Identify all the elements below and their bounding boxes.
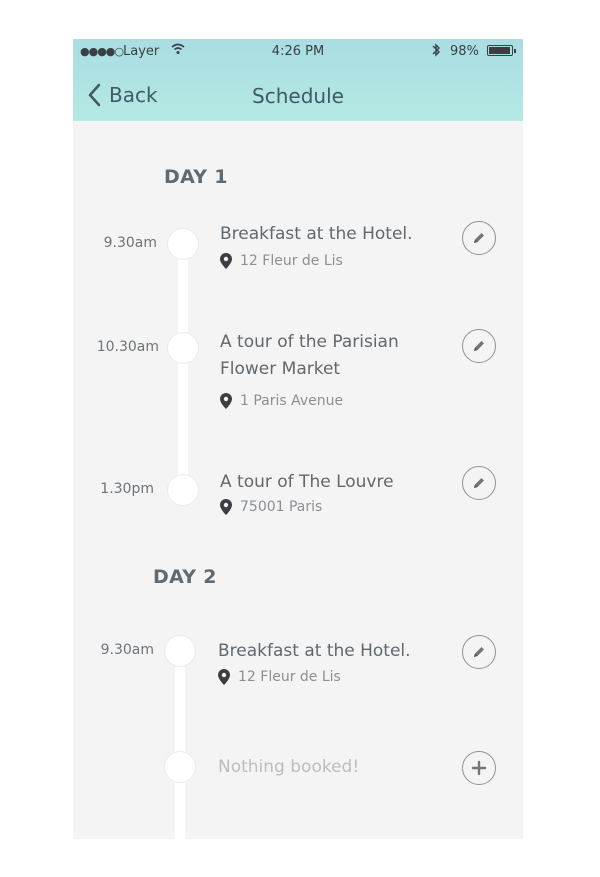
event-time: 9.30am bbox=[100, 642, 154, 658]
pencil-icon bbox=[474, 233, 484, 243]
event-location: 12 Fleur de Lis bbox=[220, 253, 343, 269]
empty-slot-text: Nothing booked! bbox=[218, 757, 360, 777]
edit-event-button[interactable] bbox=[462, 635, 496, 669]
plus-icon bbox=[471, 760, 487, 776]
location-text: 12 Fleur de Lis bbox=[238, 669, 341, 685]
battery-percent: 98% bbox=[450, 44, 479, 59]
timeline-dot bbox=[168, 333, 198, 363]
battery-icon bbox=[487, 45, 516, 56]
event-location: 12 Fleur de Lis bbox=[218, 669, 341, 685]
pencil-icon bbox=[474, 478, 484, 488]
event-title: Breakfast at the Hotel. bbox=[220, 224, 413, 244]
timeline-dot bbox=[168, 475, 198, 505]
edit-event-button[interactable] bbox=[462, 329, 496, 363]
phone-screen: ●●●●○ Layer 4:26 PM 98% Back Schedule DA… bbox=[73, 39, 523, 839]
edit-event-button[interactable] bbox=[462, 466, 496, 500]
page-title: Schedule bbox=[252, 84, 344, 108]
timeline-dot bbox=[165, 752, 195, 782]
location-pin-icon bbox=[220, 499, 232, 515]
location-text: 1 Paris Avenue bbox=[240, 393, 344, 409]
event-title: A tour of The Louvre bbox=[220, 472, 394, 492]
location-text: 75001 Paris bbox=[240, 499, 323, 515]
location-pin-icon bbox=[220, 393, 232, 409]
event-location: 75001 Paris bbox=[220, 499, 322, 515]
location-pin-icon bbox=[218, 669, 230, 685]
timeline-dot bbox=[165, 636, 195, 666]
event-title-line: A tour of the Parisian bbox=[220, 332, 399, 352]
timeline-dot bbox=[168, 229, 198, 259]
add-event-button[interactable] bbox=[462, 751, 496, 785]
event-time: 9.30am bbox=[103, 235, 157, 251]
location-text: 12 Fleur de Lis bbox=[240, 253, 343, 269]
event-title: Breakfast at the Hotel. bbox=[218, 641, 411, 661]
day-heading: DAY 2 bbox=[153, 566, 217, 588]
timeline-rail bbox=[178, 243, 188, 493]
event-title: A tour of the Parisian Flower Market bbox=[220, 329, 430, 383]
event-time: 1.30pm bbox=[100, 481, 154, 497]
header: ●●●●○ Layer 4:26 PM 98% Back Schedule bbox=[73, 39, 523, 121]
pencil-icon bbox=[474, 341, 484, 351]
timeline-rail bbox=[175, 649, 185, 839]
location-pin-icon bbox=[220, 253, 232, 269]
day-heading: DAY 1 bbox=[164, 166, 228, 188]
event-location: 1 Paris Avenue bbox=[220, 393, 343, 409]
edit-event-button[interactable] bbox=[462, 221, 496, 255]
event-time: 10.30am bbox=[96, 339, 159, 355]
bluetooth-icon bbox=[431, 42, 441, 62]
pencil-icon bbox=[474, 647, 484, 657]
event-title-line: Flower Market bbox=[220, 359, 341, 379]
